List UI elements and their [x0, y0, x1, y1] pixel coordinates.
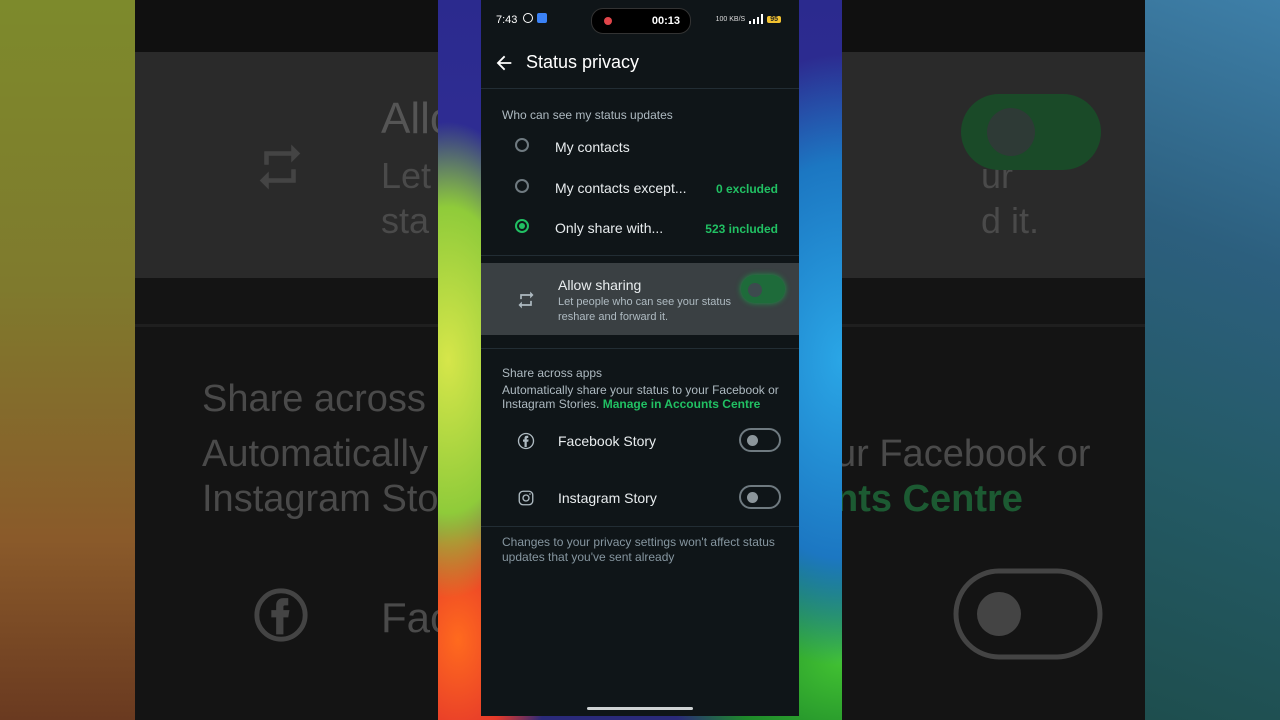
screen-record-pill[interactable]: 00:13 [591, 8, 691, 34]
background-left-strip [0, 0, 135, 720]
background-allow-toggle [961, 94, 1101, 170]
page-title: Status privacy [526, 52, 640, 72]
battery-icon: 95 [767, 15, 781, 23]
included-count: 523 included [705, 222, 778, 236]
network-speed: 100 KB/S [715, 15, 746, 23]
allow-sharing-title: Allow sharing [558, 277, 642, 293]
instagram-story-row[interactable]: Instagram Story [481, 475, 799, 523]
divider [481, 348, 799, 349]
toggle-knob [748, 283, 762, 297]
background-zoom-sub-2: sta [381, 200, 430, 241]
signal-icon [749, 14, 764, 24]
who-can-see-label: Who can see my status updates [502, 108, 673, 122]
background-zoom-sub-1: Let [381, 155, 432, 196]
record-timer: 00:13 [651, 15, 680, 27]
toggle-knob [747, 492, 758, 503]
background-facebook-icon [254, 588, 308, 642]
record-dot-icon [604, 17, 612, 25]
background-zoom-sub-2-right: d it. [981, 200, 1040, 241]
instagram-story-label: Instagram Story [558, 490, 657, 506]
status-icons-right: 100 KB/S 95 [716, 14, 781, 24]
radio-only-share-with[interactable]: Only share with... 523 included [481, 208, 799, 248]
background-right-strip [1145, 0, 1280, 720]
repeat-icon [518, 291, 534, 309]
phone-screen: 7:43 00:13 100 KB/S 95 Status privacy Wh… [481, 0, 799, 716]
arrow-left-icon[interactable] [493, 52, 515, 74]
gallery-icon [537, 13, 547, 23]
status-icons-left [523, 13, 547, 23]
facebook-story-toggle[interactable] [739, 428, 781, 452]
manage-accounts-centre-link[interactable]: Manage in Accounts Centre [603, 397, 761, 411]
share-across-apps-description: Automatically share your status to your … [502, 383, 792, 411]
radio-label: My contacts except... [555, 180, 687, 196]
radio-label: My contacts [555, 139, 630, 155]
background-desc-2-right: nts Centre [835, 478, 1023, 520]
app-bar: Status privacy [481, 42, 799, 88]
background-share-heading: Share across [202, 378, 426, 420]
status-time: 7:43 [496, 14, 518, 26]
radio-button-selected[interactable] [515, 219, 529, 233]
home-indicator[interactable] [587, 707, 693, 710]
privacy-footer-note: Changes to your privacy settings won't a… [502, 535, 775, 564]
excluded-count: 0 excluded [715, 182, 778, 196]
background-repeat-icon [259, 144, 301, 190]
divider [481, 255, 799, 256]
background-fb-toggle [953, 568, 1103, 660]
background-desc-1: Automatically [202, 433, 428, 475]
radio-my-contacts[interactable]: My contacts [481, 127, 799, 167]
radio-label: Only share with... [555, 220, 664, 236]
whatsapp-icon [523, 13, 533, 23]
allow-sharing-row[interactable]: Allow sharing Let people who can see you… [481, 263, 799, 335]
instagram-story-toggle[interactable] [739, 485, 781, 509]
divider [481, 526, 799, 527]
facebook-story-row[interactable]: Facebook Story [481, 418, 799, 466]
status-bar: 7:43 00:13 100 KB/S 95 [481, 0, 799, 42]
instagram-icon [518, 490, 534, 506]
background-desc-1-right: ur Facebook or [835, 433, 1091, 475]
facebook-story-label: Facebook Story [558, 433, 657, 449]
allow-sharing-toggle[interactable] [741, 275, 785, 303]
radio-button[interactable] [515, 138, 529, 152]
background-desc-2: Instagram Sto [202, 478, 439, 520]
toggle-knob [747, 435, 758, 446]
share-across-apps-label: Share across apps [502, 366, 603, 380]
facebook-icon [517, 432, 535, 450]
radio-my-contacts-except[interactable]: My contacts except... 0 excluded [481, 168, 799, 208]
divider [481, 88, 799, 89]
allow-sharing-subtitle: Let people who can see your status resha… [558, 296, 732, 323]
radio-button[interactable] [515, 179, 529, 193]
